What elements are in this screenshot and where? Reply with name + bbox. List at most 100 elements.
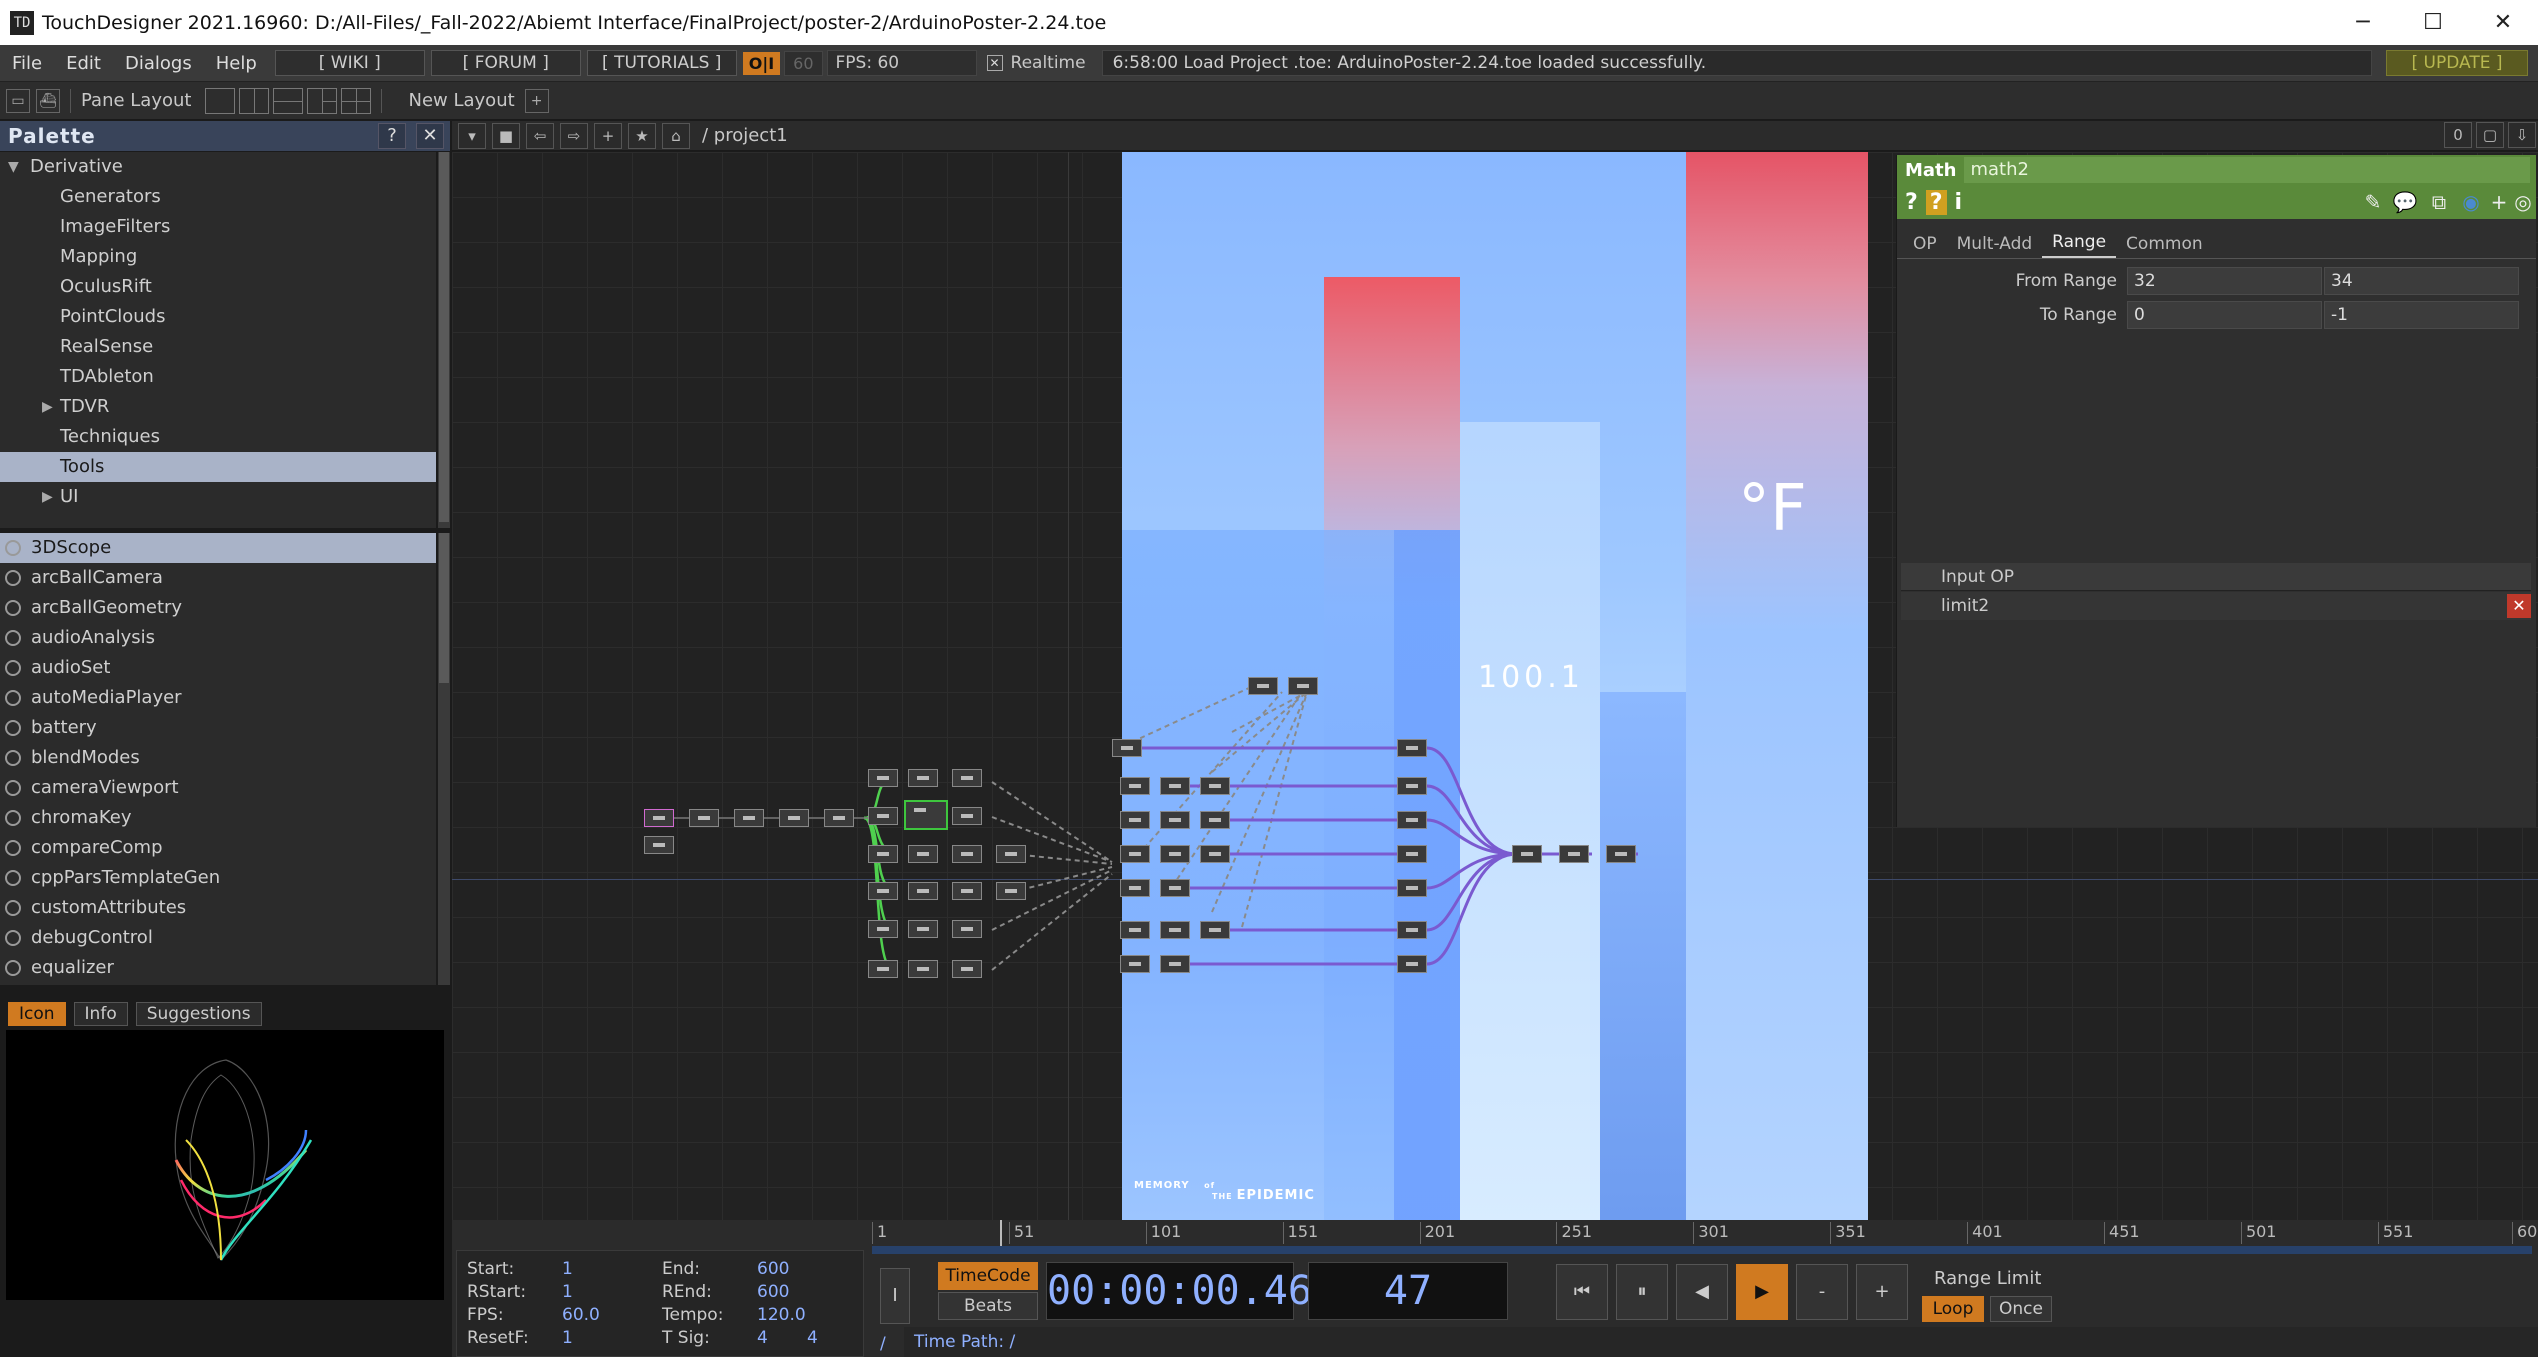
selected-operator-node[interactable] <box>904 800 948 830</box>
palette-tree-item[interactable]: PointClouds <box>0 302 436 332</box>
end-value[interactable]: 600 <box>757 1259 789 1279</box>
collapsed-arrow-icon[interactable]: ▶ <box>42 482 53 512</box>
pane-options-icon[interactable]: ⇩ <box>2508 122 2536 148</box>
operator-node[interactable] <box>996 845 1026 863</box>
palette-component-item[interactable]: cameraViewport <box>0 773 436 803</box>
range-i-button[interactable]: I <box>880 1268 910 1324</box>
palette-component-item[interactable]: arcBallGeometry <box>0 593 436 623</box>
perform-mode-toggle[interactable]: O|I <box>742 51 781 75</box>
start-value[interactable]: 1 <box>562 1259 573 1279</box>
bookmark-star-icon[interactable]: ★ <box>628 122 656 149</box>
pause-icon[interactable]: ⏸ <box>1616 1264 1668 1320</box>
operator-node[interactable] <box>1288 677 1318 695</box>
operator-node[interactable] <box>1397 777 1427 795</box>
tab-mult-add[interactable]: Mult-Add <box>1947 234 2043 258</box>
operator-node[interactable] <box>644 836 674 854</box>
comment-icon[interactable]: 💬 <box>2392 189 2418 215</box>
layout-split-vertical-icon[interactable] <box>239 87 270 114</box>
python-help-icon[interactable]: ? <box>1925 189 1947 215</box>
add-icon[interactable]: + <box>594 122 622 149</box>
beats-toggle[interactable]: Beats <box>938 1292 1038 1320</box>
layout-four-icon[interactable] <box>341 87 372 114</box>
operator-node[interactable] <box>1200 845 1230 863</box>
palette-component-item[interactable]: cppParsTemplateGen <box>0 863 436 893</box>
resetf-value[interactable]: 1 <box>562 1328 573 1348</box>
operator-node[interactable] <box>1112 739 1142 757</box>
palette-tree-item[interactable]: ▼ Derivative <box>0 152 436 182</box>
forum-button[interactable]: [ FORUM ] <box>430 50 581 76</box>
operator-node[interactable] <box>908 960 938 978</box>
home-icon[interactable]: ⌂ <box>662 122 690 149</box>
from-range-2-field[interactable]: 34 <box>2324 267 2519 295</box>
palette-list-scrollbar[interactable] <box>438 533 450 985</box>
from-range-1-field[interactable]: 32 <box>2127 267 2322 295</box>
step-minus-button[interactable]: - <box>1796 1264 1848 1320</box>
operator-node[interactable] <box>1120 777 1150 795</box>
operator-node[interactable] <box>1120 845 1150 863</box>
operator-node[interactable] <box>868 882 898 900</box>
palette-component-item[interactable]: battery <box>0 713 436 743</box>
minimize-button[interactable]: ─ <box>2328 0 2398 45</box>
timeline-range-track[interactable] <box>872 1246 2532 1254</box>
menu-dialogs[interactable]: Dialogs <box>113 53 204 74</box>
operator-node[interactable] <box>1397 879 1427 897</box>
desktop-icon[interactable]: ▭ <box>6 88 30 113</box>
realtime-checkbox[interactable]: ✕ <box>986 55 1003 71</box>
operator-node[interactable] <box>1160 811 1190 829</box>
operator-node[interactable] <box>1397 955 1427 973</box>
scroll-thumb[interactable] <box>439 152 449 522</box>
operator-node[interactable] <box>1120 811 1150 829</box>
operator-node[interactable] <box>996 882 1026 900</box>
operator-node[interactable] <box>1160 955 1190 973</box>
zero-button[interactable]: 0 <box>2444 122 2472 148</box>
input-op-name[interactable]: limit2 <box>1941 596 1989 616</box>
palette-tree-item[interactable]: Techniques <box>0 422 436 452</box>
time-path[interactable]: Time Path: / <box>904 1327 2538 1357</box>
palette-component-item[interactable]: compareComp <box>0 833 436 863</box>
operator-node[interactable] <box>1397 811 1427 829</box>
palette-close-button[interactable]: ✕ <box>416 123 444 149</box>
to-range-2-field[interactable]: -1 <box>2324 301 2519 329</box>
expanded-arrow-icon[interactable]: ▼ <box>8 152 19 182</box>
palette-tree-item[interactable]: Generators <box>0 182 436 212</box>
menu-edit[interactable]: Edit <box>54 53 113 74</box>
menu-help[interactable]: Help <box>204 53 269 74</box>
close-window-button[interactable]: ✕ <box>2468 0 2538 45</box>
palette-component-item[interactable]: autoMediaPlayer <box>0 683 436 713</box>
operator-node[interactable] <box>908 882 938 900</box>
info-icon[interactable]: i <box>1955 190 1963 215</box>
palette-component-item[interactable]: chromaKey <box>0 803 436 833</box>
step-plus-button[interactable]: + <box>1856 1264 1908 1320</box>
palette-tree-item[interactable]: ImageFilters <box>0 212 436 242</box>
remove-input-icon[interactable]: ✕ <box>2507 594 2531 618</box>
tab-range[interactable]: Range <box>2042 232 2117 258</box>
operator-node[interactable] <box>952 845 982 863</box>
operator-node[interactable] <box>644 809 674 827</box>
layout-three-icon[interactable] <box>307 87 338 114</box>
operator-node[interactable] <box>868 920 898 938</box>
copy-icon[interactable]: ⧉ <box>2426 189 2452 215</box>
operator-node[interactable] <box>824 809 854 827</box>
operator-node[interactable] <box>868 845 898 863</box>
operator-node[interactable] <box>1512 845 1542 863</box>
operator-node[interactable] <box>1160 777 1190 795</box>
ship-icon[interactable]: ⛴ <box>36 88 60 113</box>
once-toggle[interactable]: Once <box>1990 1296 2052 1322</box>
fps-value[interactable]: 60.0 <box>562 1305 600 1325</box>
operator-node[interactable] <box>1200 811 1230 829</box>
menu-file[interactable]: File <box>0 53 54 74</box>
palette-tree-item[interactable]: Tools <box>0 452 436 482</box>
network-menu-icon[interactable]: ▾ <box>458 122 486 149</box>
tab-common[interactable]: Common <box>2116 234 2213 258</box>
tab-suggestions[interactable]: Suggestions <box>135 1002 262 1026</box>
operator-node[interactable] <box>952 960 982 978</box>
help-icon[interactable]: ? <box>1905 190 1918 215</box>
layout-split-horizontal-icon[interactable] <box>273 87 304 114</box>
rend-value[interactable]: 600 <box>757 1282 789 1302</box>
palette-help-button[interactable]: ? <box>378 123 406 149</box>
palette-component-item[interactable]: debugControl <box>0 923 436 953</box>
operator-node[interactable] <box>868 769 898 787</box>
operator-node[interactable] <box>1120 921 1150 939</box>
operator-node[interactable] <box>1397 845 1427 863</box>
tsig-value-a[interactable]: 4 <box>757 1328 768 1348</box>
